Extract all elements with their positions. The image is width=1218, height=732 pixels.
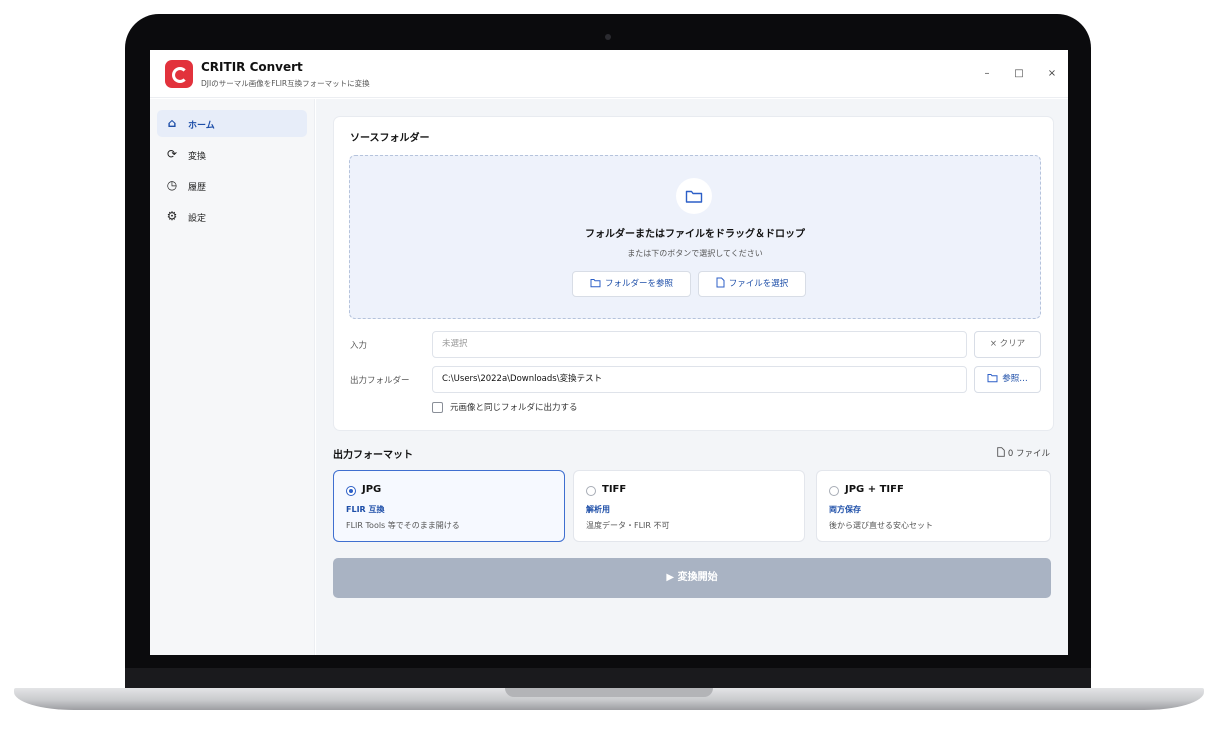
sidebar: ⌂ ホーム ⟳ 変換 ◷ 履歴 ⚙ 設定 — [150, 99, 315, 655]
file-icon — [997, 447, 1005, 457]
output-folder-field[interactable]: C:\Users\2022a\Downloads\変換テスト — [432, 366, 967, 393]
sidebar-item-label: ホーム — [188, 121, 215, 131]
radio-jpg[interactable] — [346, 486, 356, 496]
browse-folder-button[interactable]: フォルダーを参照 — [572, 271, 691, 297]
file-icon — [716, 277, 725, 288]
output-folder-label: 出力フォルダー — [350, 376, 410, 386]
format-option-tiff[interactable]: TIFF 解析用 温度データ・FLIR 不可 — [573, 470, 805, 542]
output-browse-label: 参照… — [1002, 374, 1028, 384]
refresh-icon: ⟳ — [166, 147, 178, 161]
file-count-text: 0 ファイル — [1007, 449, 1050, 459]
start-convert-button[interactable]: ▶ 変換開始 — [333, 558, 1051, 598]
main-content: ソースフォルダー フォルダーまたはファイルをドラッグ＆ドロップ または下のボタン… — [316, 99, 1068, 655]
laptop-notch — [505, 688, 713, 697]
drop-sub-text: または下のボタンで選択してください — [627, 249, 763, 258]
format-title: 出力フォーマット — [333, 450, 413, 461]
app-logo-icon — [165, 60, 193, 88]
radio-tiff[interactable] — [586, 486, 596, 496]
drop-main-text: フォルダーまたはファイルをドラッグ＆ドロップ — [585, 229, 805, 240]
select-file-label: ファイルを選択 — [728, 279, 789, 289]
same-folder-checkbox[interactable] — [432, 402, 443, 413]
app-title: CRITIR Convert — [201, 60, 303, 74]
format-option-jpg-tiff[interactable]: JPG + TIFF 両方保存 後から選び直せる安心セット — [816, 470, 1051, 542]
format-name: JPG — [362, 484, 382, 495]
app-window: CRITIR Convert DJIのサーマル画像をFLIR互換フォーマットに変… — [150, 50, 1068, 655]
folder-icon — [676, 178, 712, 214]
source-title: ソースフォルダー — [350, 133, 430, 144]
format-tag: 両方保存 — [829, 505, 861, 514]
sidebar-item-settings[interactable]: ⚙ 設定 — [157, 203, 307, 230]
output-browse-button[interactable]: 参照… — [974, 366, 1041, 393]
close-button[interactable]: × — [1045, 67, 1059, 81]
same-folder-label: 元画像と同じフォルダに出力する — [450, 403, 578, 413]
format-desc: 後から選び直せる安心セット — [829, 521, 933, 530]
input-label: 入力 — [350, 341, 368, 351]
format-tag: 解析用 — [586, 505, 610, 514]
sidebar-item-home[interactable]: ⌂ ホーム — [157, 110, 307, 137]
sidebar-item-label: 履歴 — [188, 183, 207, 193]
browse-folder-label: フォルダーを参照 — [604, 279, 673, 289]
format-desc: 温度データ・FLIR 不可 — [586, 521, 670, 530]
minimize-button[interactable]: – — [980, 67, 994, 81]
format-option-jpg[interactable]: JPG FLIR 互換 FLIR Tools 等でそのまま開ける — [333, 470, 565, 542]
webcam — [605, 34, 611, 40]
clock-icon: ◷ — [166, 178, 178, 192]
folder-icon — [987, 374, 998, 383]
gear-icon: ⚙ — [166, 209, 178, 223]
format-desc: FLIR Tools 等でそのまま開ける — [346, 521, 460, 530]
select-file-button[interactable]: ファイルを選択 — [698, 271, 806, 297]
title-bar: CRITIR Convert DJIのサーマル画像をFLIR互換フォーマットに変… — [150, 50, 1068, 98]
folder-icon — [590, 279, 601, 288]
maximize-button[interactable]: □ — [1012, 67, 1026, 81]
home-icon: ⌂ — [167, 116, 177, 130]
input-field[interactable]: 未選択 — [432, 331, 967, 358]
sidebar-item-label: 変換 — [188, 152, 207, 162]
drop-zone[interactable]: フォルダーまたはファイルをドラッグ＆ドロップ または下のボタンで選択してください… — [349, 155, 1041, 319]
radio-jpg-tiff[interactable] — [829, 486, 839, 496]
sidebar-item-label: 設定 — [188, 214, 207, 224]
format-name: JPG + TIFF — [845, 484, 904, 495]
clear-button[interactable]: × クリア — [974, 331, 1041, 358]
format-tag: FLIR 互換 — [346, 505, 385, 514]
app-subtitle: DJIのサーマル画像をFLIR互換フォーマットに変換 — [201, 79, 370, 88]
sidebar-item-history[interactable]: ◷ 履歴 — [157, 172, 307, 199]
format-name: TIFF — [602, 484, 627, 495]
sidebar-item-convert[interactable]: ⟳ 変換 — [157, 141, 307, 168]
source-card: ソースフォルダー フォルダーまたはファイルをドラッグ＆ドロップ または下のボタン… — [333, 116, 1054, 431]
file-count: 0 ファイル — [997, 447, 1050, 459]
